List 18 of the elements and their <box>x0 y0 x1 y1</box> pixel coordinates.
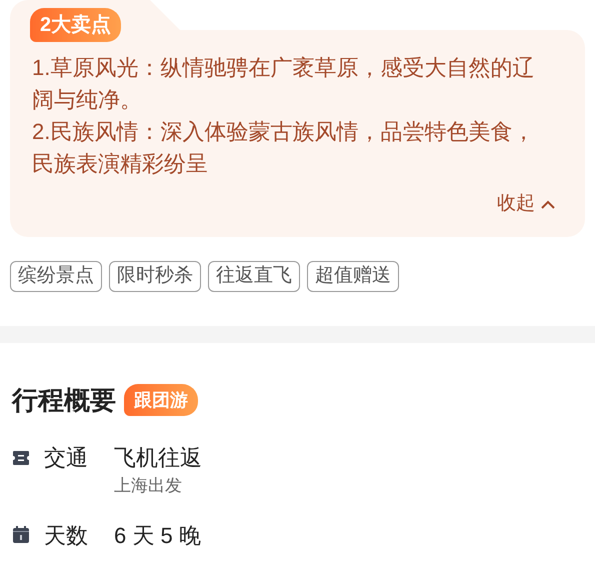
highlight-text: 1.草原风光：纵情驰骋在广袤草原，感受大自然的辽阔与纯净。 <box>32 54 536 114</box>
row-label: 天数 <box>44 522 89 550</box>
calendar-icon <box>12 526 30 544</box>
row-value: 6 天 5 晚 <box>114 522 201 550</box>
collapse-button[interactable]: 收起 <box>497 190 555 218</box>
highlights-badge: 2大卖点 <box>30 8 122 42</box>
tour-badge: 跟团游 <box>124 384 198 416</box>
row-subtext: 上海出发 <box>114 474 183 496</box>
caret-icon <box>541 200 555 209</box>
tag: 往返直飞 <box>208 260 300 292</box>
tag: 缤纷景点 <box>10 260 102 292</box>
ticket-icon <box>12 450 30 466</box>
row-label: 交通 <box>44 444 89 472</box>
section-title: 行程概要 <box>12 384 116 416</box>
tag: 限时秒杀 <box>109 260 201 292</box>
highlight-text: 2.民族风情：深入体验蒙古族风情，品尝特色美食，民族表演精彩纷呈 <box>32 118 536 178</box>
row-value: 飞机往返 <box>114 444 202 472</box>
tag: 超值赠送 <box>307 260 399 292</box>
